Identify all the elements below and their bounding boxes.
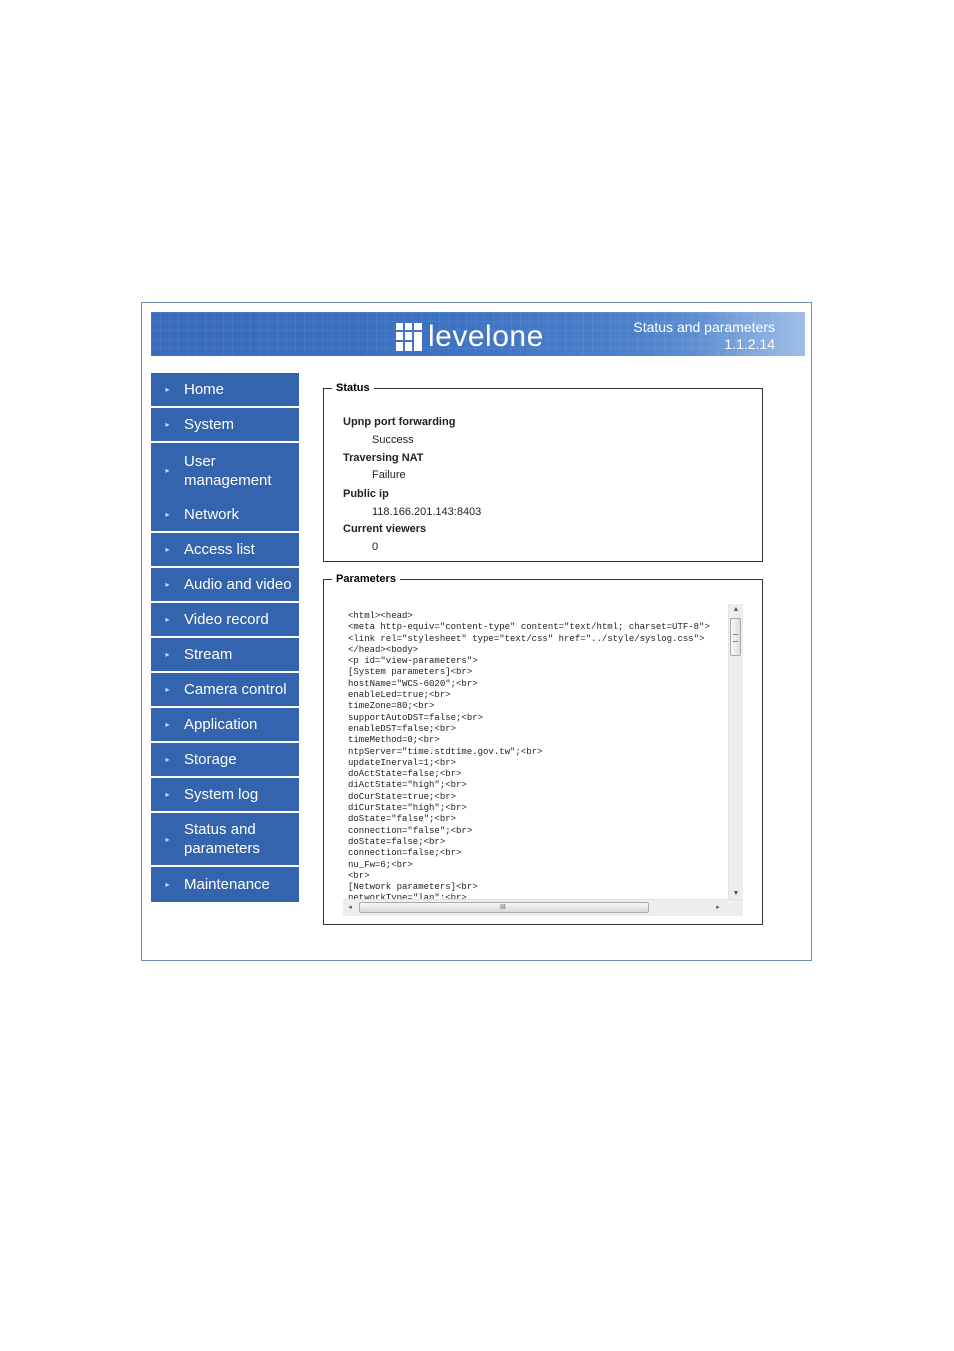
upnp-value: Success <box>372 434 414 446</box>
parameter-line: doCurState=true;<br> <box>348 791 457 802</box>
parameter-line: [System parameters]<br> <box>348 667 473 678</box>
sidebar-item-label: Maintenance <box>184 876 270 893</box>
bullet-icon: ▸ <box>165 755 170 764</box>
parameter-line: </head><body> <box>348 644 419 655</box>
parameter-line: timeMethod=0;<br> <box>348 735 440 746</box>
bullet-icon: ▸ <box>165 580 170 589</box>
parameter-line: <meta http-equiv="content-type" content=… <box>348 622 710 633</box>
upnp-label: Upnp port forwarding <box>343 416 456 428</box>
page-title-text: Status and parameters <box>633 319 775 335</box>
parameter-line: [Network parameters]<br> <box>348 882 478 893</box>
bullet-icon: ▸ <box>165 510 170 519</box>
parameters-text: <html><head> <meta http-equiv="content-ty… <box>348 611 723 899</box>
sidebar-item-label: Stream <box>184 646 233 663</box>
parameter-line: doState="false";<br> <box>348 814 457 825</box>
sidebar-item-label: Video record <box>184 611 269 628</box>
bullet-icon: ▸ <box>165 385 170 394</box>
public-ip-value: 118.166.201.143:8403 <box>372 506 482 518</box>
horizontal-scrollbar[interactable]: ◂ III ▸ <box>343 899 743 916</box>
levelone-logo-icon <box>396 323 422 351</box>
sidebar-item-label: Home <box>184 381 225 398</box>
scroll-up-icon[interactable]: ▲ <box>729 604 743 616</box>
sidebar-nav: ▸ Home ▸ System ▸ User management ▸ Network … <box>151 373 299 902</box>
parameter-line: <p id="view-parameters"> <box>348 656 478 667</box>
parameters-textarea[interactable]: <html><head> <meta http-equiv="content-ty… <box>343 604 743 916</box>
scroll-right-icon[interactable]: ▸ <box>711 900 725 916</box>
sidebar-item-status-and-parameters[interactable]: ▸ Status and parameters <box>151 813 299 867</box>
parameter-line: ntpServer="time.stdtime.gov.tw";<br> <box>348 746 543 757</box>
sidebar-item-storage[interactable]: ▸ Storage <box>151 743 299 778</box>
sidebar-item-network[interactable]: ▸ Network <box>151 498 299 533</box>
parameter-line: updateInerval=1;<br> <box>348 757 457 768</box>
bullet-icon: ▸ <box>165 466 170 475</box>
parameter-line: connection="false";<br> <box>348 825 473 836</box>
sidebar-item-home[interactable]: ▸ Home <box>151 373 299 408</box>
vertical-scrollbar[interactable]: ▲ ▼ <box>728 604 743 900</box>
status-panel: Status Upnp port forwarding Success Trav… <box>323 382 763 562</box>
sidebar-item-label: Storage <box>184 751 237 768</box>
parameter-line: connection=false;<br> <box>348 848 462 859</box>
viewers-value: 0 <box>372 541 379 553</box>
public-ip-label: Public ip <box>343 488 389 500</box>
parameter-line: <link rel="stylesheet" type="text/css" h… <box>348 633 705 644</box>
grip-icon <box>733 634 738 642</box>
parameter-line: supportAutoDST=false;<br> <box>348 712 484 723</box>
sidebar-item-maintenance[interactable]: ▸ Maintenance <box>151 867 299 902</box>
sidebar-item-label: Camera control <box>184 681 287 698</box>
parameter-line: timeZone=80;<br> <box>348 701 435 712</box>
bullet-icon: ▸ <box>165 880 170 889</box>
sidebar-item-label: Network <box>184 506 240 523</box>
parameter-line: <br> <box>348 870 370 881</box>
parameter-line: enableDST=false;<br> <box>348 723 457 734</box>
page-frame: levelone Status and parameters 1.1.2.14 … <box>141 302 812 961</box>
bullet-icon: ▸ <box>165 615 170 624</box>
sidebar-item-camera-control[interactable]: ▸ Camera control <box>151 673 299 708</box>
status-legend: Status <box>336 382 370 394</box>
bullet-icon: ▸ <box>165 545 170 554</box>
bullet-icon: ▸ <box>165 790 170 799</box>
bullet-icon: ▸ <box>165 720 170 729</box>
vertical-scroll-thumb[interactable] <box>730 618 741 656</box>
sidebar-item-label: Audio and video <box>184 576 292 593</box>
parameter-line: doActState=false;<br> <box>348 769 462 780</box>
sidebar-item-label: System log <box>184 786 259 803</box>
parameters-panel: Parameters <html><head> <meta http-equiv=… <box>323 573 763 925</box>
parameter-line: enableLed=true;<br> <box>348 690 451 701</box>
bullet-icon: ▸ <box>165 685 170 694</box>
viewers-label: Current viewers <box>343 523 427 535</box>
bullet-icon: ▸ <box>165 650 170 659</box>
nat-value: Failure <box>372 469 406 481</box>
sidebar-item-audio-and-video[interactable]: ▸ Audio and video <box>151 568 299 603</box>
parameter-line: hostName="WCS-6020";<br> <box>348 678 478 689</box>
sidebar-item-label: Application <box>184 716 258 733</box>
bullet-icon: ▸ <box>165 834 170 844</box>
parameter-line: doState=false;<br> <box>348 836 446 847</box>
parameter-line: <html><head> <box>348 611 413 621</box>
firmware-version: 1.1.2.14 <box>724 336 775 352</box>
sidebar-item-application[interactable]: ▸ Application <box>151 708 299 743</box>
sidebar-item-access-list[interactable]: ▸ Access list <box>151 533 299 568</box>
page-title: Status and parameters 1.1.2.14 <box>633 319 775 353</box>
parameter-line: diActState="high";<br> <box>348 780 467 791</box>
sidebar-item-label: Access list <box>184 541 255 558</box>
brand-name: levelone <box>428 320 544 353</box>
sidebar-item-stream[interactable]: ▸ Stream <box>151 638 299 673</box>
grip-icon: III <box>500 904 506 911</box>
bullet-icon: ▸ <box>165 420 170 429</box>
nat-label: Traversing NAT <box>343 452 424 464</box>
sidebar-item-user-management[interactable]: ▸ User management <box>151 443 299 498</box>
sidebar-item-label: System <box>184 416 235 433</box>
sidebar-item-system-log[interactable]: ▸ System log <box>151 778 299 813</box>
sidebar-item-label: User management <box>184 452 272 489</box>
parameter-line: nu_Fw=6;<br> <box>348 859 413 870</box>
sidebar-item-label: Status and parameters <box>184 821 260 857</box>
sidebar-item-video-record[interactable]: ▸ Video record <box>151 603 299 638</box>
parameters-legend: Parameters <box>336 573 396 585</box>
horizontal-scroll-thumb[interactable]: III <box>359 902 649 913</box>
brand-logo: levelone <box>396 322 544 352</box>
scroll-left-icon[interactable]: ◂ <box>343 900 357 916</box>
parameter-line: diCurState="high";<br> <box>348 803 467 814</box>
sidebar-item-system[interactable]: ▸ System <box>151 408 299 443</box>
header-banner: levelone Status and parameters 1.1.2.14 <box>151 312 805 356</box>
